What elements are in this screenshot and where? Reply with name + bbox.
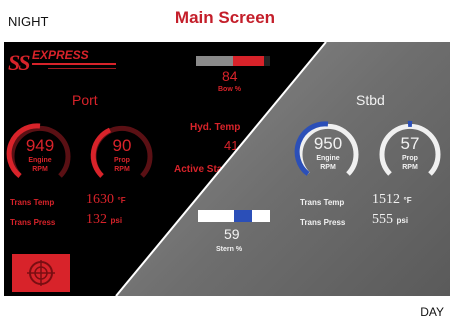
stbd-trans-temp-value: 1512 °F (372, 192, 412, 208)
engine-label: Engine (28, 157, 52, 164)
port-trans-temp-unit: °F (117, 196, 126, 205)
stbd-engine-rpm-value: 950 (313, 134, 343, 153)
port-trans-temp-label: Trans Temp (10, 198, 55, 207)
rpm-label: RPM (402, 164, 418, 171)
prop-rpm-value: 90 (112, 136, 132, 155)
prop-rpm-label: Prop RPM (92, 156, 152, 174)
engine-rpm-value: 949 (25, 136, 55, 155)
logo-mark: SS (8, 50, 31, 75)
stbd-trans-temp-number: 1512 (372, 192, 400, 207)
port-trans-press-value: 132 psi (86, 212, 122, 228)
hyd-temp-label: Hyd. Temp (190, 122, 241, 133)
stbd-trans-press-value: 555 psi (372, 212, 408, 228)
stbd-prop-rpm-value: 57 (400, 134, 420, 153)
stbd-trans-press-unit: psi (396, 216, 409, 225)
stbd-engine-rpm-label: Engine RPM (298, 154, 358, 172)
stern-bar-fill (234, 210, 252, 222)
rpm-label: RPM (320, 164, 336, 171)
stbd-prop-rpm-label: Prop RPM (380, 154, 440, 172)
logo-underline (32, 63, 116, 65)
port-trans-press-label: Trans Press (10, 218, 56, 227)
rpm-label: RPM (114, 166, 130, 173)
crosshair-icon (27, 260, 55, 286)
logo-brand: EXPRESS (32, 48, 89, 62)
prop-label: Prop (114, 157, 130, 164)
port-trans-press-unit: psi (110, 216, 123, 225)
stbd-section-title: Stbd (356, 92, 385, 108)
port-section-title: Port (72, 92, 98, 108)
stern-label: Stern % (216, 246, 243, 253)
port-trans-temp-value: 1630 °F (86, 192, 126, 208)
express-logo: SS EXPRESS (8, 46, 118, 76)
stbd-trans-press-label: Trans Press (300, 218, 346, 227)
stbd-trans-temp-unit: °F (403, 196, 412, 205)
bow-thruster-bar (196, 56, 270, 66)
display-screen: SS EXPRESS Port 949 Engine RPM 90 Prop R… (4, 42, 450, 296)
stern-value: 59 (224, 226, 240, 242)
bow-value: 84 (222, 68, 238, 84)
stbd-trans-temp-label: Trans Temp (300, 198, 345, 207)
rpm-label: RPM (32, 166, 48, 173)
logo-underline (48, 68, 116, 69)
bow-label: Bow % (218, 86, 241, 93)
prop-label: Prop (402, 155, 418, 162)
stern-thruster-bar (198, 210, 270, 222)
day-mode-label: DAY (420, 305, 444, 319)
stbd-trans-press-number: 555 (372, 212, 393, 227)
port-trans-press-number: 132 (86, 212, 107, 227)
port-trans-temp-number: 1630 (86, 192, 114, 207)
bow-bar-track (196, 56, 233, 66)
engine-rpm-label: Engine RPM (10, 156, 70, 174)
page-title: Main Screen (174, 8, 276, 27)
nav-crosshair-button[interactable] (12, 254, 70, 292)
bow-bar-fill (233, 56, 264, 66)
engine-label: Engine (316, 155, 340, 162)
